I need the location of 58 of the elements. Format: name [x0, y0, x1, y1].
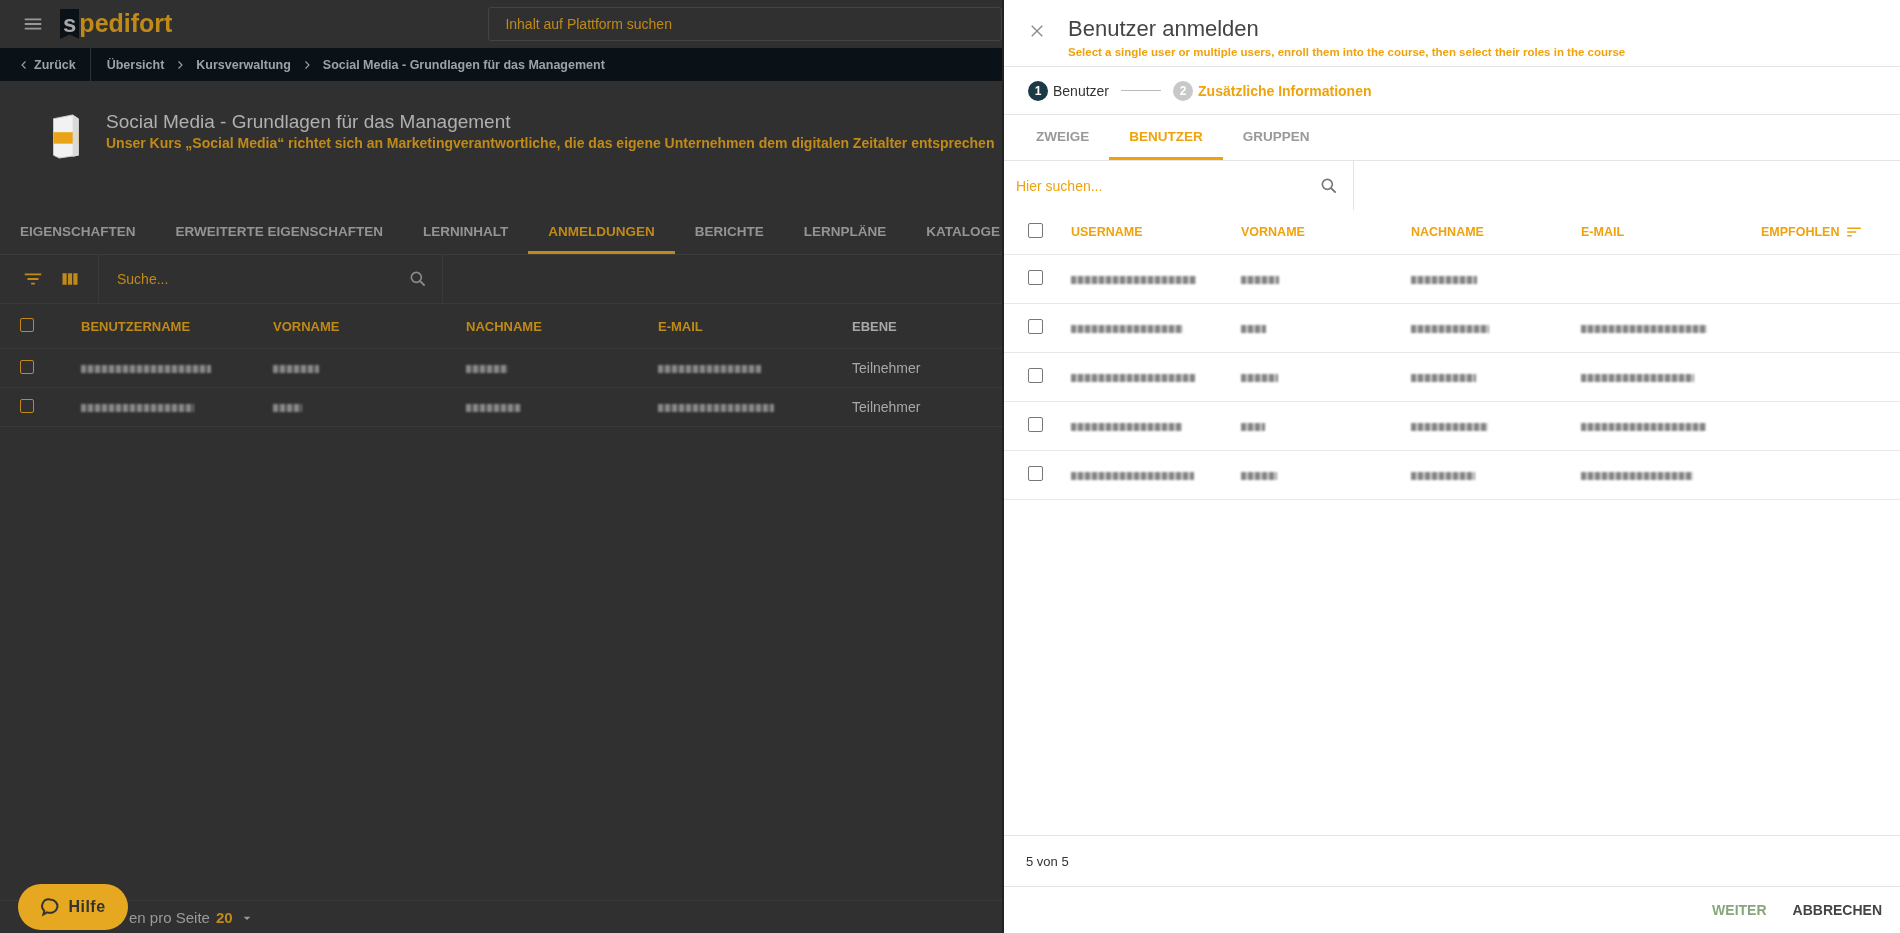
blurred-text	[466, 365, 508, 373]
course-title: Social Media - Grundlagen für das Management	[106, 111, 512, 133]
back-link[interactable]: Zurück	[0, 48, 91, 81]
search-field[interactable]: Inhalt auf Plattform suchen	[488, 7, 1002, 41]
breadcrumb-link[interactable]: Social Media - Grundlagen für das Management	[322, 57, 605, 72]
search-field[interactable]: Hier suchen...	[1004, 161, 1354, 210]
step-number: 1	[1028, 80, 1048, 101]
blurred-text	[466, 404, 521, 412]
dialog-subtitle: Select a single user or multiple users, enroll them into the course, then select their roles in the course	[1068, 46, 1626, 58]
checkbox[interactable]	[1028, 223, 1043, 238]
column-header[interactable]: E-MAIL	[658, 318, 852, 334]
column-header[interactable]: BENUTZERNAME	[81, 318, 273, 334]
checkbox[interactable]	[20, 398, 34, 413]
blurred-text	[273, 365, 319, 373]
dialog-title: Benutzer anmelden	[1068, 16, 1260, 42]
checkbox[interactable]	[1028, 466, 1043, 481]
blurred-text	[1241, 276, 1279, 284]
blurred-text	[1241, 374, 1278, 382]
cancel-button[interactable]: ABBRECHEN	[1784, 894, 1890, 926]
blurred-text	[1241, 472, 1277, 480]
logo[interactable]: s pedifort	[60, 9, 173, 39]
tab[interactable]: EIGENSCHAFTEN	[0, 212, 156, 254]
page-size-select[interactable]: 20	[215, 909, 233, 926]
blurred-text	[1411, 374, 1476, 382]
breadcrumb-link[interactable]: Übersicht	[106, 57, 165, 72]
step-label[interactable]: Benutzer	[1053, 82, 1110, 99]
tab[interactable]: LERNINHALT	[403, 212, 529, 254]
tab[interactable]: LERNPLÄNE	[783, 212, 907, 254]
checkbox[interactable]	[1028, 368, 1043, 383]
checkbox[interactable]	[20, 359, 34, 374]
tab[interactable]: BERICHTE	[674, 212, 784, 254]
tab[interactable]: KATALOGE	[906, 212, 1002, 254]
help-button[interactable]: Hilfe	[18, 884, 128, 930]
blurred-text	[1241, 325, 1266, 333]
page-size-label: en pro Seite	[129, 909, 210, 926]
speech-bubble-icon	[40, 897, 61, 917]
search-icon[interactable]	[408, 269, 428, 289]
checkbox[interactable]	[1028, 270, 1043, 285]
column-header[interactable]: NACHNAME	[466, 318, 658, 334]
column-header[interactable]: VORNAME	[273, 318, 466, 334]
tab[interactable]: ANMELDUNGEN	[528, 212, 675, 254]
course-description: Unser Kurs „Social Media“ richtet sich an Marketingverantwortliche, die das eigene Unternehmen dem digitalen Zeitalter entsprechen	[106, 135, 995, 151]
tab[interactable]: GRUPPEN	[1222, 115, 1330, 160]
blurred-text	[1411, 472, 1475, 480]
table-cell-text: Teilnehmer	[852, 399, 922, 415]
column-header[interactable]: EBENE	[852, 318, 1002, 334]
tab[interactable]: ZWEIGE	[1016, 115, 1110, 160]
table-cell-text: Teilnehmer	[852, 360, 922, 376]
checkbox[interactable]	[1028, 319, 1043, 334]
blurred-text	[1241, 423, 1265, 431]
blurred-text	[273, 404, 302, 412]
checkbox[interactable]	[1028, 417, 1043, 432]
blurred-text	[1411, 276, 1477, 284]
tab[interactable]: ERWEITERTE EIGENSCHAFTEN	[155, 212, 404, 254]
result-count: 5 von 5	[1004, 836, 1900, 887]
checkbox[interactable]	[20, 317, 34, 332]
breadcrumb-link[interactable]: Kursverwaltung	[196, 57, 291, 72]
search-field[interactable]: Suche...	[98, 255, 443, 303]
